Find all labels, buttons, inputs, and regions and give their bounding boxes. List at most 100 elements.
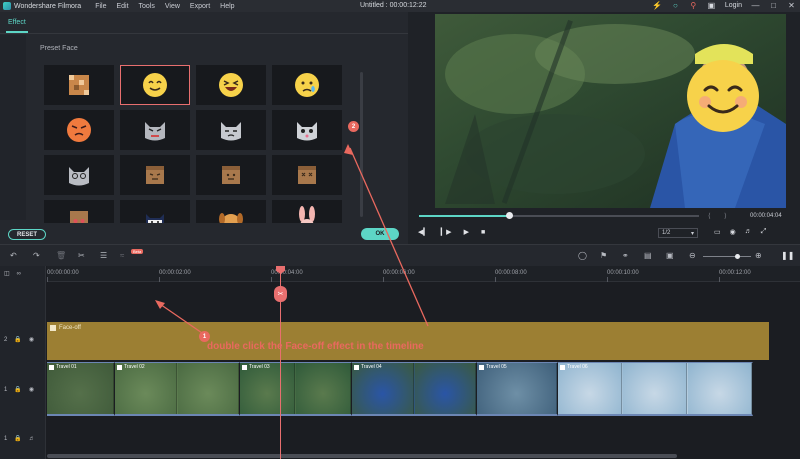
lock-icon[interactable]: 🔒 xyxy=(14,386,21,393)
timeline-zoom-slider[interactable] xyxy=(703,254,751,259)
ruler-tick-label: 00:00:00:00 xyxy=(47,270,79,276)
maximize-icon[interactable]: □ xyxy=(769,1,778,10)
menu-export[interactable]: Export xyxy=(190,3,210,10)
lock-icon[interactable]: 🔒 xyxy=(14,336,21,343)
preset-face-item[interactable] xyxy=(272,200,342,223)
volume-icon[interactable]: ♬ xyxy=(745,228,752,236)
add-track-icon[interactable]: ◫ xyxy=(4,270,10,277)
bracket-in-icon[interactable]: ⟨ xyxy=(708,212,711,220)
chevron-down-icon: ▾ xyxy=(690,230,694,237)
preset-face-item[interactable] xyxy=(44,65,114,105)
preset-face-item[interactable] xyxy=(196,65,266,105)
speaker-icon[interactable]: ♬ xyxy=(29,436,35,442)
video-track-header: 1 🔒 ◉ xyxy=(4,386,34,394)
undo-icon[interactable]: ↶ xyxy=(10,251,17,260)
laughing-face-icon xyxy=(219,73,243,97)
filmora-logo-icon xyxy=(3,2,11,10)
video-clip[interactable]: Travel 03 xyxy=(240,362,352,416)
snapshot-icon[interactable]: ▣ xyxy=(666,251,674,260)
save-icon[interactable]: ▣ xyxy=(707,1,716,10)
stop-icon[interactable]: ■ xyxy=(481,229,485,236)
close-icon[interactable]: ✕ xyxy=(787,1,796,10)
tab-underline xyxy=(6,31,28,33)
reset-button[interactable]: RESET xyxy=(8,229,46,240)
fullscreen-icon[interactable]: ⤢ xyxy=(761,228,767,236)
step-icon[interactable]: ▎▶ xyxy=(441,228,452,236)
grid-scrollbar[interactable] xyxy=(360,72,363,217)
video-clip[interactable]: Travel 04 xyxy=(352,362,477,416)
dog-face-icon xyxy=(219,213,243,223)
eye-icon[interactable]: ◉ xyxy=(29,386,34,393)
menu-tools[interactable]: Tools xyxy=(139,3,155,10)
track-headers: ◫ ∞ 2 🔒 ◉ 1 🔒 ◉ 1 🔒 ♬ xyxy=(0,266,46,459)
preset-face-item[interactable] xyxy=(272,110,342,150)
preset-face-item[interactable] xyxy=(196,110,266,150)
bracket-out-icon[interactable]: ⟩ xyxy=(724,212,727,220)
menu-edit[interactable]: Edit xyxy=(116,3,128,10)
play-icon[interactable]: ▶ xyxy=(464,228,469,236)
box-face-neutral-icon xyxy=(222,166,240,184)
ok-button[interactable]: OK xyxy=(361,228,399,240)
login-link[interactable]: Login xyxy=(725,2,742,9)
preset-face-item[interactable] xyxy=(44,200,114,223)
seek-knob[interactable] xyxy=(505,212,513,219)
zoom-in-icon[interactable]: ⊕ xyxy=(755,251,762,260)
prev-frame-icon[interactable]: ◀▎ xyxy=(418,228,429,236)
zoom-knob[interactable] xyxy=(735,254,740,259)
preset-face-item[interactable] xyxy=(44,110,114,150)
preset-face-item[interactable] xyxy=(44,155,114,195)
ninja-cat-icon xyxy=(146,214,164,223)
minimize-icon[interactable]: — xyxy=(751,1,760,10)
preview-video[interactable] xyxy=(435,14,786,208)
preset-face-item[interactable] xyxy=(120,110,190,150)
render-icon[interactable]: ◯ xyxy=(578,251,587,260)
audio-wave-icon[interactable]: ≈ xyxy=(120,251,124,260)
ruler-tick xyxy=(495,277,496,282)
seek-progress xyxy=(419,215,509,217)
zoom-out-icon[interactable]: ⊖ xyxy=(689,251,696,260)
face-off-emoji-icon xyxy=(687,60,759,132)
angry-face-icon xyxy=(67,118,91,142)
clip-name: Travel 05 xyxy=(486,364,507,370)
preset-face-item[interactable] xyxy=(196,155,266,195)
timeline-scrollbar[interactable] xyxy=(47,454,677,458)
bulb-icon[interactable]: ⚡ xyxy=(652,1,662,10)
main-menu: File Edit Tools View Export Help xyxy=(95,3,234,10)
video-clip[interactable]: Travel 01 xyxy=(47,362,115,416)
preset-face-item[interactable] xyxy=(272,155,342,195)
timeline-tools: ◫ ∞ xyxy=(4,270,21,278)
link-icon[interactable]: ∞ xyxy=(17,271,21,277)
zoom-select[interactable]: 1/2 ▾ xyxy=(658,228,698,238)
preset-face-item[interactable] xyxy=(120,200,190,223)
menu-help[interactable]: Help xyxy=(220,3,234,10)
pause-render-icon[interactable]: ❚❚ xyxy=(781,251,794,260)
cut-icon[interactable]: ✂ xyxy=(78,251,85,260)
lock-icon[interactable]: 🔒 xyxy=(14,435,21,442)
time-ruler[interactable]: 00:00:00:00 00:00:02:00 00:00:04:00 00:00:0… xyxy=(47,266,800,282)
preview-seekbar[interactable] xyxy=(419,212,699,219)
mic-icon[interactable]: ⚭ xyxy=(622,251,629,260)
cart-icon[interactable]: ⚲ xyxy=(689,1,698,10)
redo-icon[interactable]: ↷ xyxy=(33,251,40,260)
video-clip[interactable]: Travel 06 xyxy=(558,362,753,416)
delete-icon[interactable]: 🗑 xyxy=(56,251,66,260)
clip-label: Travel 02 xyxy=(117,364,145,370)
menu-file[interactable]: File xyxy=(95,3,106,10)
ruler-tick xyxy=(271,277,272,282)
mixer-icon[interactable]: ▤ xyxy=(644,251,652,260)
preset-face-item[interactable] xyxy=(272,65,342,105)
menu-view[interactable]: View xyxy=(165,3,180,10)
eye-icon[interactable]: ◉ xyxy=(29,336,34,343)
support-icon[interactable]: ○ xyxy=(671,1,680,10)
preset-face-item[interactable] xyxy=(196,200,266,223)
adjust-icon[interactable]: ☰ xyxy=(100,251,107,260)
video-clip[interactable]: Travel 02 xyxy=(115,362,240,416)
marker-icon[interactable]: ⚑ xyxy=(600,251,607,260)
split-scissors-icon[interactable]: ✂ xyxy=(274,286,287,302)
tab-effect[interactable]: Effect xyxy=(8,19,26,26)
video-clip[interactable]: Travel 05 xyxy=(477,362,558,416)
monitor-icon[interactable]: ▭ xyxy=(714,228,721,236)
preset-face-item[interactable] xyxy=(120,65,190,105)
preset-face-item[interactable] xyxy=(120,155,190,195)
camera-icon[interactable]: ◉ xyxy=(730,228,736,236)
